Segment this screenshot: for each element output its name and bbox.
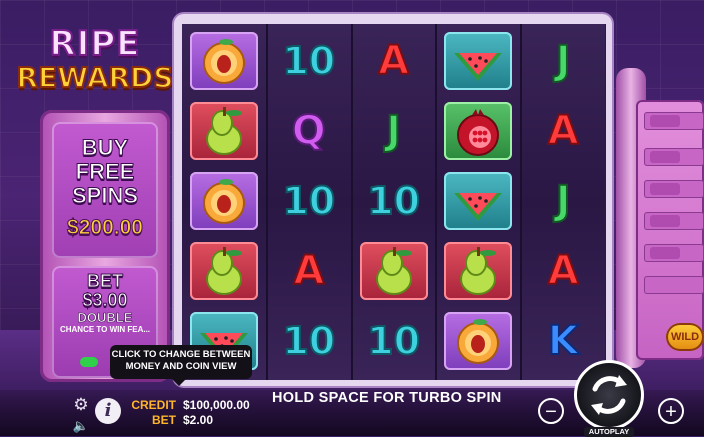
symbol-letter: A (547, 248, 580, 294)
double-chance-subtext: CHANCE TO WIN FEA... (59, 325, 151, 334)
card-symbol: A (354, 28, 434, 94)
symbol-letter: A (292, 248, 325, 294)
pomegranate-icon (457, 109, 500, 156)
symbol-letter: J (385, 108, 402, 154)
card-symbol: 10 (354, 308, 434, 374)
wild-badge: WILD (666, 323, 704, 351)
paytable-symbol-silhouette (650, 115, 680, 127)
buy-free-spins-price: $200.00 (67, 216, 144, 240)
card-symbol: A (269, 238, 349, 304)
double-chance-mode: DOUBLE (77, 310, 133, 326)
peach-symbol (438, 308, 518, 374)
card-symbol: A (523, 238, 603, 304)
speaker-icon[interactable]: 🔈 (72, 418, 90, 434)
gear-icon[interactable]: ⚙ (72, 396, 90, 414)
paytable-row (644, 276, 704, 294)
game-logo: RIPE REWARDS (16, 24, 175, 108)
card-symbol: J (354, 98, 434, 164)
symbol-letter: 10 (281, 38, 336, 84)
info-icon[interactable]: i (95, 398, 121, 424)
buy-free-spins-label: BUY FREE SPINS (71, 135, 139, 208)
watermelon-icon (454, 53, 503, 81)
symbol-letter: 10 (366, 178, 421, 224)
reel-separator (435, 24, 438, 380)
paytable-symbol-silhouette (650, 183, 680, 195)
logo-line-2: REWARDS (16, 61, 175, 95)
watermelon-symbol (438, 168, 518, 234)
watermelon-icon (454, 193, 503, 221)
peach-symbol (184, 168, 264, 234)
spin-button[interactable] (574, 360, 644, 430)
credit-label[interactable]: CREDIT (126, 398, 176, 412)
logo-line-1: RIPE (49, 24, 141, 64)
pear-icon (206, 247, 242, 295)
peach-icon (203, 179, 245, 224)
card-symbol: J (523, 168, 603, 234)
pear-icon (375, 247, 412, 295)
card-symbol: 10 (269, 28, 349, 94)
paytable-symbol-silhouette (650, 151, 680, 163)
symbol-letter: 10 (281, 318, 336, 364)
increase-bet-button[interactable]: + (658, 398, 684, 424)
decrease-bet-button[interactable]: − (538, 398, 564, 424)
pear-symbol (184, 98, 264, 164)
symbol-letter: K (547, 318, 580, 364)
paytable-panel (636, 100, 704, 360)
turbo-spin-message: HOLD SPACE FOR TURBO SPIN (272, 390, 502, 406)
double-chance-amount: $3.00 (82, 290, 128, 310)
reel-separator (520, 24, 523, 380)
symbol-letter: A (547, 108, 580, 154)
bet-label[interactable]: BET (126, 413, 176, 427)
tooltip-line-2: MONEY AND COIN VIEW (125, 361, 237, 372)
reel-grid: 10 Q 10 A 10 A J 10 10 J A J A K (182, 24, 606, 380)
watermelon-symbol (438, 28, 518, 94)
refresh-icon (591, 375, 627, 415)
bet-value[interactable]: $2.00 (183, 413, 213, 427)
pear-icon (206, 107, 242, 155)
card-symbol: 10 (269, 168, 349, 234)
card-symbol: Q (269, 98, 349, 164)
money-coin-tooltip: CLICK TO CHANGE BETWEEN MONEY AND COIN V… (110, 345, 252, 386)
symbol-letter: 10 (366, 318, 421, 364)
symbol-letter: J (555, 38, 572, 84)
card-symbol: 10 (269, 308, 349, 374)
pear-symbol (438, 238, 518, 304)
symbol-letter: A (377, 38, 410, 84)
credit-value[interactable]: $100,000.00 (183, 398, 250, 412)
symbol-letter: J (555, 178, 572, 224)
double-chance-toggle[interactable] (80, 357, 98, 367)
pomegranate-symbol (438, 98, 518, 164)
reel-separator (265, 24, 268, 380)
paytable-symbol-silhouette (650, 215, 680, 227)
buy-free-spins-button[interactable]: BUY FREE SPINS $200.00 (52, 122, 158, 258)
paytable-symbol-silhouette (650, 247, 680, 259)
card-symbol: J (523, 28, 603, 94)
card-symbol: 10 (354, 168, 434, 234)
pear-symbol (354, 238, 434, 304)
double-chance-title: BET (87, 271, 124, 291)
peach-icon (203, 39, 245, 84)
symbol-letter: Q (291, 108, 327, 154)
peach-icon (457, 319, 500, 364)
peach-symbol (184, 28, 264, 94)
card-symbol: A (523, 98, 603, 164)
symbol-letter: 10 (281, 178, 336, 224)
tooltip-line-1: CLICK TO CHANGE BETWEEN (111, 349, 251, 360)
pear-symbol (184, 238, 264, 304)
pear-icon (460, 247, 497, 295)
reel-separator (350, 24, 353, 380)
